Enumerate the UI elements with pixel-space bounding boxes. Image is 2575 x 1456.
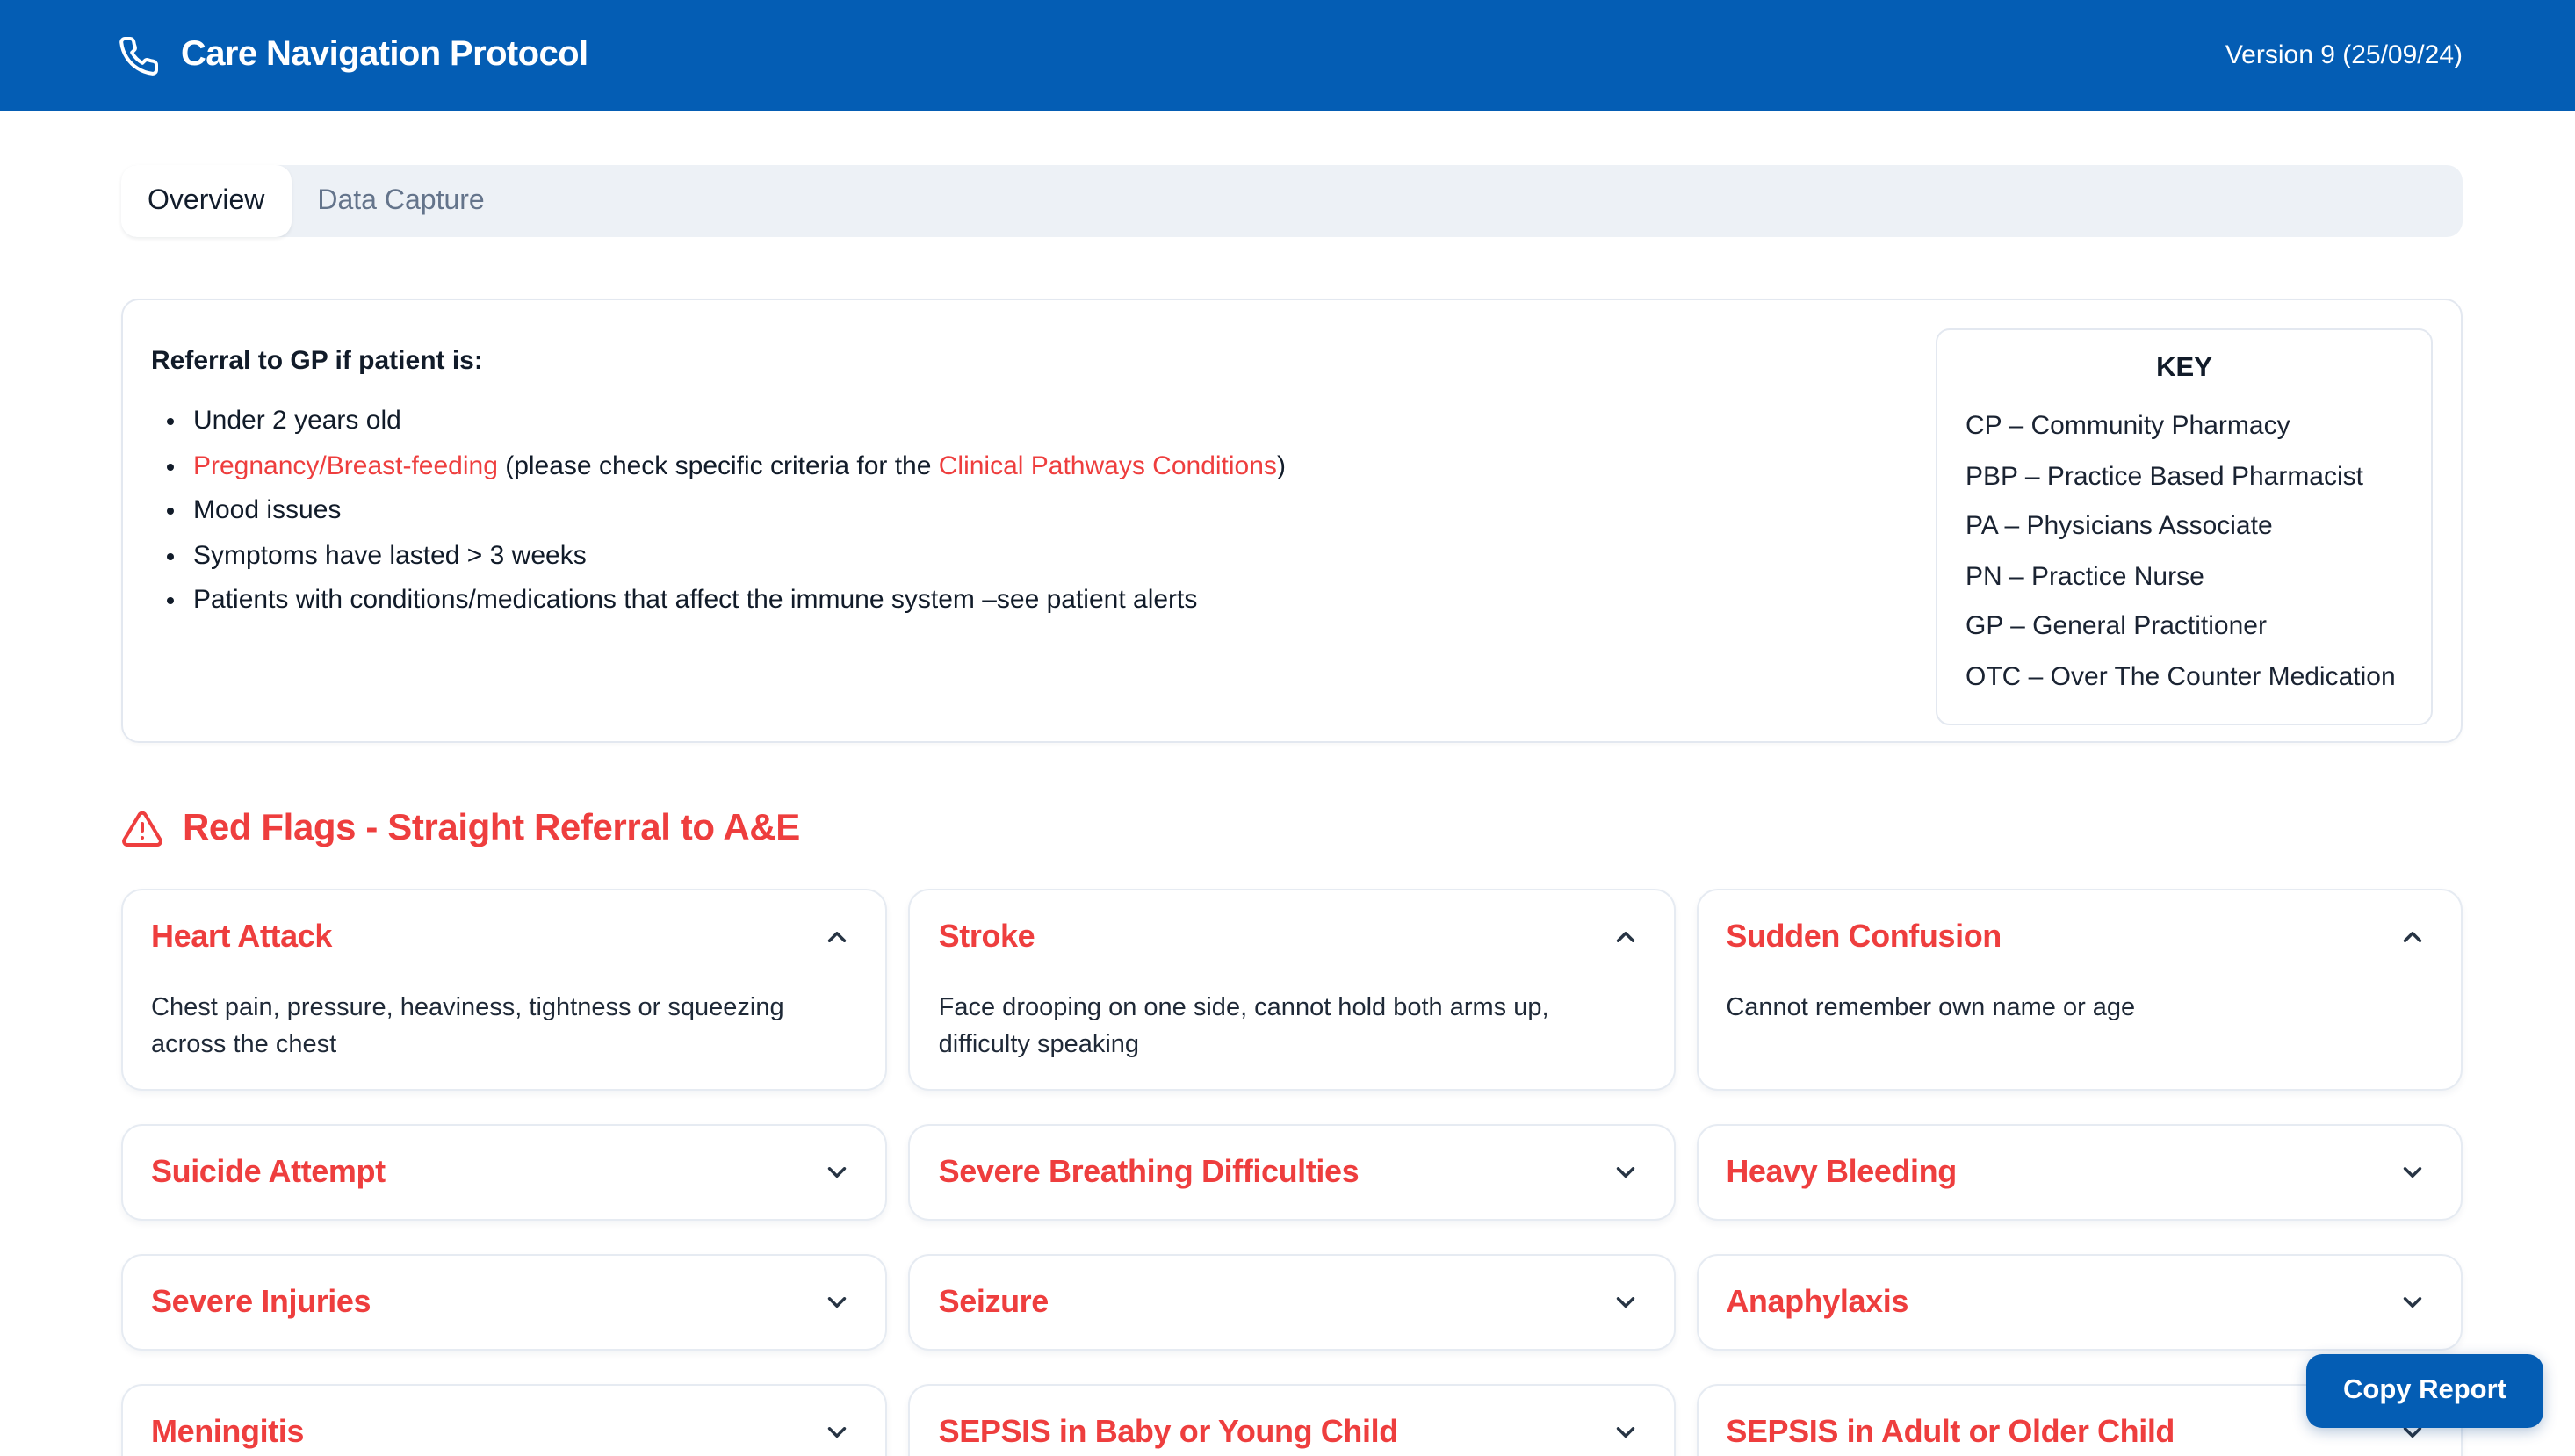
- red-flag-card-title: Seizure: [939, 1280, 1049, 1324]
- referral-text: Under 2 years old: [193, 406, 401, 436]
- red-flag-card-seizure: Seizure: [909, 1254, 1676, 1351]
- red-flag-card-body: Chest pain, pressure, heaviness, tightne…: [151, 991, 858, 1064]
- red-flag-card-title: SEPSIS in Adult or Older Child: [1726, 1410, 2175, 1454]
- red-flag-card-heart-attack: Heart Attack Chest pain, pressure, heavin…: [121, 889, 888, 1091]
- red-flags-heading-text: Red Flags - Straight Referral to A&E: [183, 808, 800, 850]
- red-flag-card-anaphylaxis: Anaphylaxis: [1696, 1254, 2463, 1351]
- referral-panel: Referral to GP if patient is: Under 2 ye…: [121, 299, 2463, 743]
- key-item: PA – Physicians Associate: [1966, 502, 2403, 552]
- referral-link[interactable]: Pregnancy/Breast-feeding: [193, 450, 498, 480]
- app-header: Care Navigation Protocol Version 9 (25/0…: [0, 0, 2575, 111]
- red-flag-card-sepsis-in-baby-or-young-child: SEPSIS in Baby or Young Child: [909, 1384, 1676, 1456]
- red-flag-card-suicide-attempt: Suicide Attempt: [121, 1124, 888, 1221]
- referral-text: Symptoms have lasted > 3 weeks: [193, 540, 587, 570]
- red-flag-card-toggle[interactable]: Heavy Bleeding: [1726, 1150, 2433, 1194]
- version-label: Version 9 (25/09/24): [2225, 40, 2463, 70]
- red-flag-card-toggle[interactable]: Suicide Attempt: [151, 1150, 858, 1194]
- red-flag-card-severe-injuries: Severe Injuries: [121, 1254, 888, 1351]
- red-flag-card-toggle[interactable]: Stroke: [939, 915, 1646, 959]
- phone-icon: [118, 34, 160, 76]
- chevron-down-icon: [823, 1157, 853, 1187]
- red-flag-card-sudden-confusion: Sudden Confusion Cannot remember own name…: [1696, 889, 2463, 1091]
- red-flag-card-toggle[interactable]: Sudden Confusion: [1726, 915, 2433, 959]
- referral-link[interactable]: Clinical Pathways Conditions: [939, 450, 1277, 480]
- page: Care Navigation Protocol Version 9 (25/0…: [0, 0, 2575, 1456]
- red-flag-card-meningitis: Meningitis: [121, 1384, 888, 1456]
- referral-text: ): [1277, 450, 1286, 480]
- red-flag-card-severe-breathing-difficulties: Severe Breathing Difficulties: [909, 1124, 1676, 1221]
- tab-bar: OverviewData Capture: [121, 165, 2463, 237]
- red-flag-card-title: Heavy Bleeding: [1726, 1150, 1957, 1194]
- warning-triangle-icon: [121, 808, 163, 850]
- chevron-up-icon: [2398, 922, 2427, 952]
- key-title: KEY: [1966, 353, 2403, 385]
- tab-overview[interactable]: Overview: [121, 165, 291, 237]
- chevron-down-icon: [2398, 1157, 2427, 1187]
- chevron-up-icon: [1610, 922, 1640, 952]
- red-flag-card-toggle[interactable]: Anaphylaxis: [1726, 1280, 2433, 1324]
- red-flag-card-title: Suicide Attempt: [151, 1150, 386, 1194]
- referral-text: Patients with conditions/medications tha…: [193, 585, 1197, 615]
- red-flag-card-toggle[interactable]: SEPSIS in Baby or Young Child: [939, 1410, 1646, 1454]
- red-flag-card-title: SEPSIS in Baby or Young Child: [939, 1410, 1398, 1454]
- red-flag-card-stroke: Stroke Face drooping on one side, cannot …: [909, 889, 1676, 1091]
- key-item: PBP – Practice Based Pharmacist: [1966, 452, 2403, 502]
- red-flag-card-title: Sudden Confusion: [1726, 915, 2002, 959]
- chevron-down-icon: [1610, 1417, 1640, 1447]
- red-flag-card-toggle[interactable]: Seizure: [939, 1280, 1646, 1324]
- referral-text: Mood issues: [193, 495, 341, 525]
- red-flag-card-title: Meningitis: [151, 1410, 304, 1454]
- key-item: PN – Practice Nurse: [1966, 552, 2403, 602]
- key-panel: KEY CP – Community PharmacyPBP – Practic…: [1936, 328, 2433, 725]
- chevron-down-icon: [2398, 1287, 2427, 1317]
- chevron-down-icon: [1610, 1287, 1640, 1317]
- key-list: CP – Community PharmacyPBP – Practice Ba…: [1966, 402, 2403, 703]
- key-item: OTC – Over The Counter Medication: [1966, 652, 2403, 703]
- red-flag-card-toggle[interactable]: Meningitis: [151, 1410, 858, 1454]
- key-item: GP – General Practitioner: [1966, 602, 2403, 652]
- chevron-down-icon: [823, 1417, 853, 1447]
- tab-data-capture[interactable]: Data Capture: [291, 165, 510, 237]
- red-flag-card-title: Stroke: [939, 915, 1035, 959]
- red-flag-grid: Heart Attack Chest pain, pressure, heavin…: [121, 889, 2463, 1456]
- red-flags-heading: Red Flags - Straight Referral to A&E: [121, 808, 2463, 850]
- chevron-up-icon: [823, 922, 853, 952]
- red-flag-card-heavy-bleeding: Heavy Bleeding: [1696, 1124, 2463, 1221]
- copy-report-button[interactable]: Copy Report: [2306, 1354, 2543, 1428]
- red-flag-card-toggle[interactable]: Severe Injuries: [151, 1280, 858, 1324]
- key-item: CP – Community Pharmacy: [1966, 402, 2403, 452]
- red-flag-card-toggle[interactable]: Severe Breathing Difficulties: [939, 1150, 1646, 1194]
- chevron-down-icon: [1610, 1157, 1640, 1187]
- red-flag-card-title: Heart Attack: [151, 915, 332, 959]
- red-flag-card-toggle[interactable]: Heart Attack: [151, 915, 858, 959]
- red-flag-card-title: Anaphylaxis: [1726, 1280, 1908, 1324]
- chevron-down-icon: [823, 1287, 853, 1317]
- red-flag-card-body: Face drooping on one side, cannot hold b…: [939, 991, 1646, 1064]
- main-content: OverviewData Capture Referral to GP if p…: [0, 165, 2575, 1456]
- red-flag-card-title: Severe Injuries: [151, 1280, 371, 1324]
- page-title: Care Navigation Protocol: [181, 35, 588, 76]
- red-flag-card-body: Cannot remember own name or age: [1726, 991, 2433, 1027]
- referral-text: (please check specific criteria for the: [498, 450, 939, 480]
- red-flag-card-title: Severe Breathing Difficulties: [939, 1150, 1360, 1194]
